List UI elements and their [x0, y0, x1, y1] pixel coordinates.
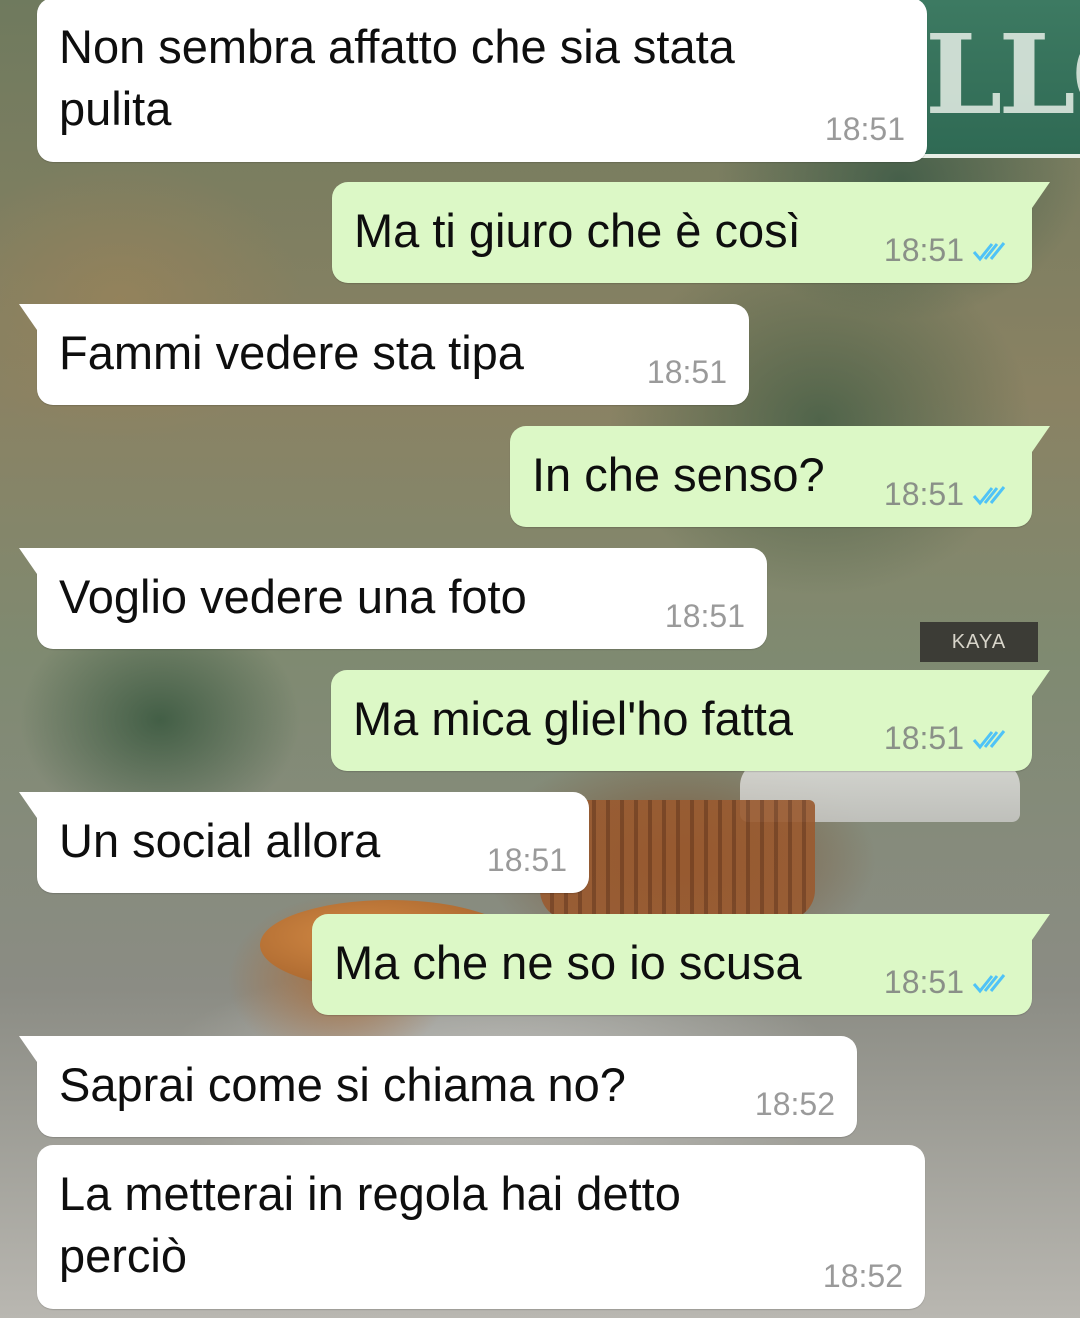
- message-text: Non sembra affatto che sia stata pulita: [59, 20, 735, 135]
- message-meta: 18:51: [884, 232, 1010, 269]
- message-time: 18:52: [822, 1258, 903, 1294]
- message-bubble-outgoing[interactable]: In che senso? 18:51: [510, 426, 1050, 527]
- double-check-icon: [972, 485, 1006, 505]
- message-meta: 18:52: [755, 1086, 835, 1123]
- message-meta: 18:52: [823, 1258, 903, 1295]
- message-bubble-incoming[interactable]: La metterai in regola hai detto perciò 1…: [37, 1145, 925, 1309]
- message-text: La metterai in regola hai detto perciò: [59, 1167, 681, 1282]
- message-meta: 18:51: [884, 720, 1010, 757]
- message-time: 18:51: [664, 598, 745, 634]
- message-meta: 18:51: [825, 111, 905, 148]
- message-time: 18:51: [486, 842, 567, 878]
- message-bubble-outgoing[interactable]: Ma mica gliel'ho fatta 18:51: [331, 670, 1050, 771]
- message-time: 18:52: [754, 1086, 835, 1122]
- message-bubble-incoming[interactable]: Saprai come si chiama no? 18:52: [19, 1036, 857, 1137]
- message-text: Voglio vedere una foto: [59, 570, 527, 623]
- message-bubble-outgoing[interactable]: Ma che ne so io scusa 18:51: [312, 914, 1050, 1015]
- double-check-icon: [972, 241, 1006, 261]
- message-time: 18:51: [824, 111, 905, 147]
- message-bubble-incoming[interactable]: Non sembra affatto che sia stata pulita …: [37, 0, 927, 162]
- message-time: 18:51: [883, 476, 964, 512]
- message-text: Fammi vedere sta tipa: [59, 326, 524, 379]
- message-bubble-outgoing[interactable]: Ma ti giuro che è così 18:51: [332, 182, 1050, 283]
- message-bubble-incoming[interactable]: Un social allora 18:51: [19, 792, 589, 893]
- message-meta: 18:51: [884, 476, 1010, 513]
- double-check-icon: [972, 729, 1006, 749]
- wallpaper-shop-sign: KAYA: [920, 622, 1038, 662]
- double-check-icon: [972, 973, 1006, 993]
- message-time: 18:51: [883, 720, 964, 756]
- message-meta: 18:51: [647, 354, 727, 391]
- message-time: 18:51: [883, 232, 964, 268]
- message-time: 18:51: [646, 354, 727, 390]
- message-bubble-incoming[interactable]: Fammi vedere sta tipa 18:51: [19, 304, 749, 405]
- message-meta: 18:51: [884, 964, 1010, 1001]
- message-meta: 18:51: [487, 842, 567, 879]
- message-text: Saprai come si chiama no?: [59, 1058, 626, 1111]
- message-bubble-incoming[interactable]: Voglio vedere una foto 18:51: [19, 548, 767, 649]
- message-meta: 18:51: [665, 598, 745, 635]
- wallpaper-street-sign: LLOW: [915, 0, 1080, 158]
- message-time: 18:51: [883, 964, 964, 1000]
